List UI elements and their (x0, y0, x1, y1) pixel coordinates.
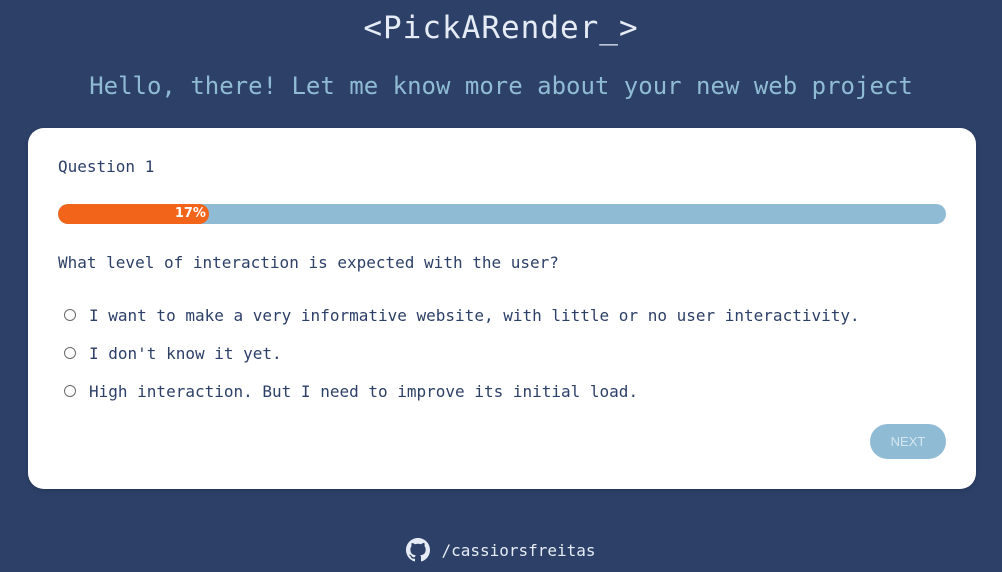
radio-button[interactable] (64, 347, 76, 359)
question-number: Question 1 (58, 157, 155, 176)
question-text: What level of interaction is expected wi… (58, 253, 559, 272)
answer-option-3[interactable]: High interaction. But I need to improve … (58, 372, 860, 410)
radio-button[interactable] (64, 309, 76, 321)
next-button[interactable]: NEXT (870, 424, 946, 459)
radio-button[interactable] (64, 385, 76, 397)
answer-option-label[interactable]: I want to make a very informative websit… (89, 306, 860, 325)
answer-option-2[interactable]: I don't know it yet. (58, 334, 860, 372)
answer-options: I want to make a very informative websit… (58, 296, 860, 410)
github-icon[interactable] (406, 538, 431, 562)
github-link[interactable]: /cassiorsfreitas (441, 541, 595, 560)
page-subtitle: Hello, there! Let me know more about you… (89, 72, 913, 100)
progress-fill: 17% (58, 204, 209, 224)
app-title: <PickARender_> (363, 10, 639, 46)
footer: /cassiorsfreitas (0, 538, 1002, 562)
progress-bar: 17% (58, 204, 946, 224)
progress-label: 17% (174, 206, 206, 221)
answer-option-label[interactable]: High interaction. But I need to improve … (89, 382, 638, 401)
answer-option-1[interactable]: I want to make a very informative websit… (58, 296, 860, 334)
answer-option-label[interactable]: I don't know it yet. (89, 344, 282, 363)
question-card: Question 1 17% What level of interaction… (28, 128, 976, 489)
